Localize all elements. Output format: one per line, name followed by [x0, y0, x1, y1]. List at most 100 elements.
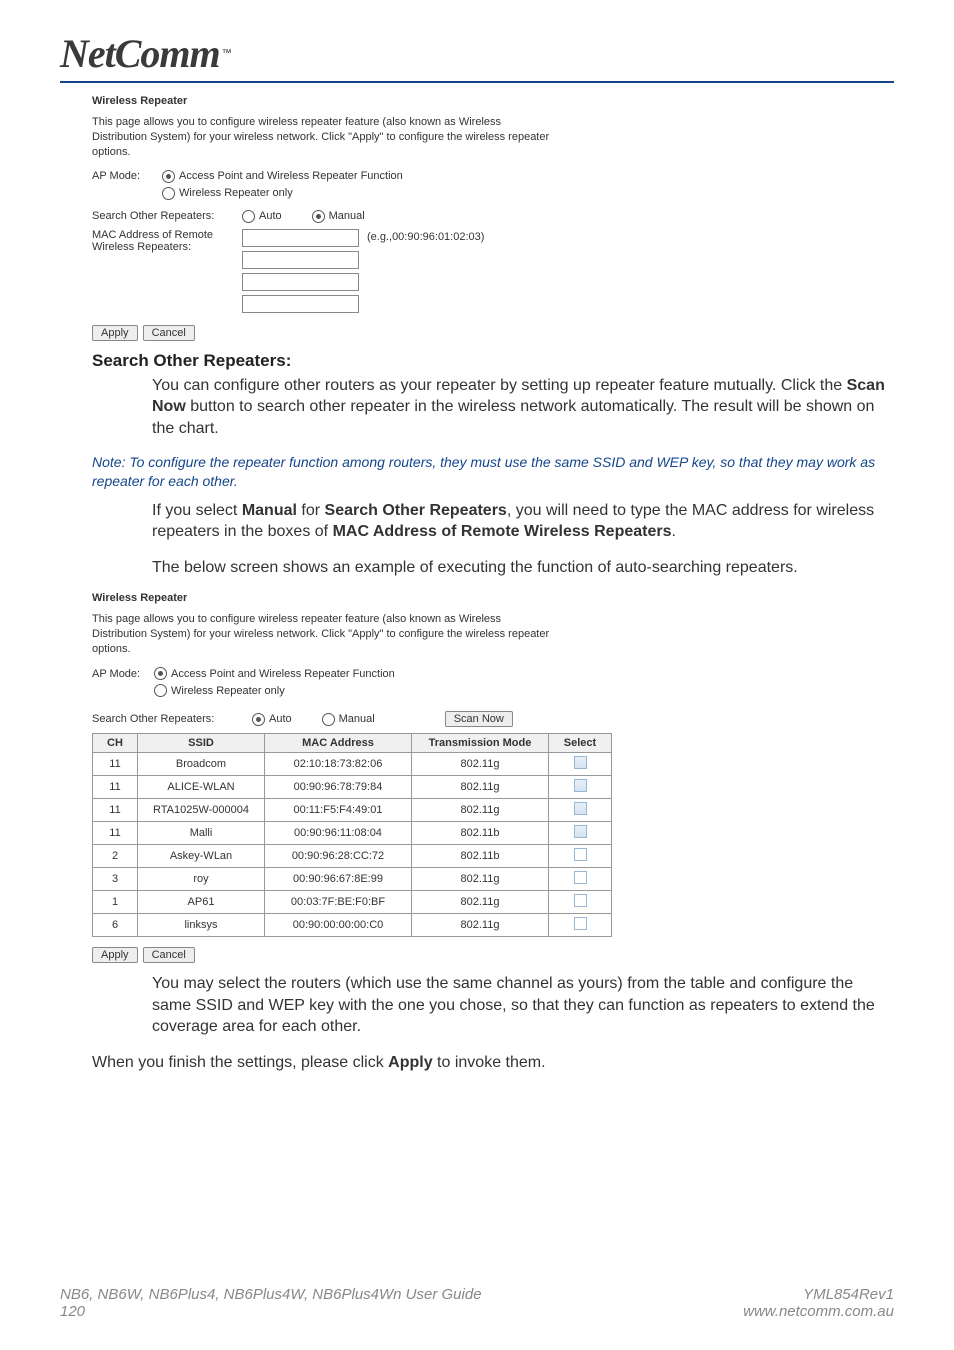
- ap-mode-opt1[interactable]: Access Point and Wireless Repeater Funct…: [162, 170, 403, 183]
- apply-button[interactable]: Apply: [92, 947, 138, 963]
- radio-empty-icon: [322, 713, 335, 726]
- page-footer: NB6, NB6W, NB6Plus4, NB6Plus4W, NB6Plus4…: [60, 1286, 894, 1320]
- shot2-title: Wireless Repeater: [92, 592, 894, 604]
- shot2-ap-opt1[interactable]: Access Point and Wireless Repeater Funct…: [154, 667, 395, 680]
- cell-select: [549, 799, 612, 822]
- th-select: Select: [549, 734, 612, 753]
- ap-opt1-label: Access Point and Wireless Repeater Funct…: [179, 170, 403, 182]
- para1: You can configure other routers as your …: [152, 375, 894, 440]
- th-ch: CH: [93, 734, 138, 753]
- cell-mac: 00:90:96:78:79:84: [265, 776, 412, 799]
- table-row: 11Broadcom02:10:18:73:82:06802.11g: [93, 753, 612, 776]
- select-checkbox[interactable]: [574, 756, 587, 769]
- select-checkbox[interactable]: [574, 825, 587, 838]
- cell-ssid: Askey-WLan: [138, 845, 265, 868]
- radio-selected-icon: [312, 210, 325, 223]
- shot2-ap-label: AP Mode:: [92, 668, 154, 680]
- manual-label: Manual: [329, 210, 365, 222]
- search-auto[interactable]: Auto: [242, 210, 282, 223]
- screenshot-repeater-auto: Wireless Repeater This page allows you t…: [92, 592, 894, 963]
- shot2-search-label: Search Other Repeaters:: [92, 713, 252, 725]
- mac-input-1[interactable]: [242, 229, 359, 247]
- cell-ch: 3: [93, 868, 138, 891]
- shot2-ap-opt2[interactable]: Wireless Repeater only: [154, 684, 285, 697]
- cell-select: [549, 776, 612, 799]
- cell-ssid: Broadcom: [138, 753, 265, 776]
- radio-selected-icon: [154, 667, 167, 680]
- table-row: 3roy00:90:96:67:8E:99802.11g: [93, 868, 612, 891]
- logo-row: NetComm ™: [60, 30, 894, 83]
- search-row: Search Other Repeaters: Auto Manual: [92, 210, 894, 223]
- cell-ssid: AP61: [138, 891, 265, 914]
- para3: The below screen shows an example of exe…: [152, 557, 894, 579]
- cell-mac: 00:11:F5:F4:49:01: [265, 799, 412, 822]
- cancel-button[interactable]: Cancel: [143, 947, 195, 963]
- shot2-ap-row: AP Mode: Access Point and Wireless Repea…: [92, 667, 894, 680]
- cell-mode: 802.11g: [412, 914, 549, 937]
- shot2-ap-row2: Wireless Repeater only: [92, 684, 894, 697]
- search-manual[interactable]: Manual: [312, 210, 365, 223]
- scan-now-button[interactable]: Scan Now: [445, 711, 513, 727]
- select-checkbox[interactable]: [574, 779, 587, 792]
- select-checkbox[interactable]: [574, 917, 587, 930]
- para2: If you select Manual for Search Other Re…: [152, 500, 894, 543]
- table-row: 1AP6100:03:7F:BE:F0:BF802.11g: [93, 891, 612, 914]
- page: NetComm ™ Wireless Repeater This page al…: [0, 0, 954, 1340]
- ap-mode-row2: Wireless Repeater only: [92, 187, 894, 200]
- ap-mode-label: AP Mode:: [92, 170, 162, 182]
- cell-select: [549, 868, 612, 891]
- ap-opt2-label: Wireless Repeater only: [179, 187, 293, 199]
- shot2-search-row: Search Other Repeaters: Auto Manual Scan…: [92, 711, 894, 727]
- select-checkbox[interactable]: [574, 894, 587, 907]
- note-text: Note: To configure the repeater function…: [92, 453, 894, 489]
- apply-button[interactable]: Apply: [92, 325, 138, 341]
- mac-input-2[interactable]: [242, 251, 359, 269]
- table-row: 11RTA1025W-00000400:11:F5:F4:49:01802.11…: [93, 799, 612, 822]
- cell-select: [549, 891, 612, 914]
- select-checkbox[interactable]: [574, 848, 587, 861]
- cell-ssid: Malli: [138, 822, 265, 845]
- cell-mac: 00:03:7F:BE:F0:BF: [265, 891, 412, 914]
- para5: When you finish the settings, please cli…: [92, 1052, 894, 1074]
- cell-select: [549, 822, 612, 845]
- shot2-search-auto[interactable]: Auto: [252, 713, 292, 726]
- cell-mac: 00:90:96:67:8E:99: [265, 868, 412, 891]
- cell-mode: 802.11g: [412, 776, 549, 799]
- table-row: 2Askey-WLan00:90:96:28:CC:72802.11b: [93, 845, 612, 868]
- mac-input-4[interactable]: [242, 295, 359, 313]
- mac-inputs: [242, 229, 359, 317]
- select-checkbox[interactable]: [574, 802, 587, 815]
- heading-search: Search Other Repeaters:: [92, 351, 894, 371]
- cell-select: [549, 845, 612, 868]
- mac-label: MAC Address of Remote Wireless Repeaters…: [92, 229, 242, 253]
- mac-input-3[interactable]: [242, 273, 359, 291]
- auto-label: Auto: [259, 210, 282, 222]
- cell-ch: 11: [93, 822, 138, 845]
- cell-ch: 6: [93, 914, 138, 937]
- cell-ssid: RTA1025W-000004: [138, 799, 265, 822]
- para4: You may select the routers (which use th…: [152, 973, 894, 1038]
- cell-mac: 00:90:00:00:00:C0: [265, 914, 412, 937]
- cell-ch: 11: [93, 776, 138, 799]
- ap-mode-opt2[interactable]: Wireless Repeater only: [162, 187, 293, 200]
- cell-select: [549, 914, 612, 937]
- cell-select: [549, 753, 612, 776]
- cell-mode: 802.11b: [412, 822, 549, 845]
- cell-mode: 802.11g: [412, 868, 549, 891]
- cancel-button[interactable]: Cancel: [143, 325, 195, 341]
- mac-block: MAC Address of Remote Wireless Repeaters…: [92, 229, 894, 317]
- cell-ch: 1: [93, 891, 138, 914]
- cell-ch: 11: [93, 799, 138, 822]
- cell-ssid: ALICE-WLAN: [138, 776, 265, 799]
- cell-ssid: roy: [138, 868, 265, 891]
- radio-empty-icon: [162, 187, 175, 200]
- radio-empty-icon: [154, 684, 167, 697]
- radio-selected-icon: [252, 713, 265, 726]
- select-checkbox[interactable]: [574, 871, 587, 884]
- brand-logo: NetComm: [60, 30, 220, 77]
- shot2-search-manual[interactable]: Manual: [322, 713, 375, 726]
- th-mode: Transmission Mode: [412, 734, 549, 753]
- table-row: 11ALICE-WLAN00:90:96:78:79:84802.11g: [93, 776, 612, 799]
- cell-mac: 02:10:18:73:82:06: [265, 753, 412, 776]
- scan-results-table: CH SSID MAC Address Transmission Mode Se…: [92, 733, 612, 937]
